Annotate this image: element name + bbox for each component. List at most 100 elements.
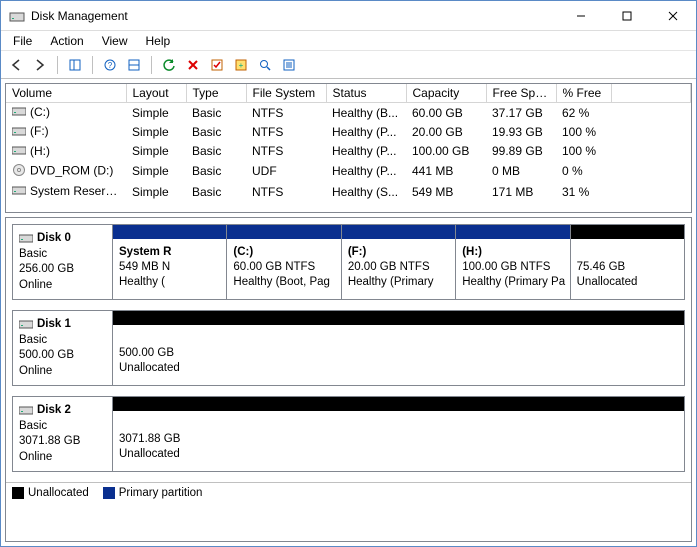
table-row[interactable]: (F:)SimpleBasicNTFSHealthy (P...20.00 GB… [6,122,691,141]
forward-button[interactable] [29,54,51,76]
disk-type: Basic [19,419,106,435]
partition-status: Healthy (Primary [348,276,434,288]
check-icon[interactable] [206,54,228,76]
disk-partitions: System R549 MB NHealthy ((C:)60.00 GB NT… [113,225,684,299]
unallocated-region[interactable]: 500.00 GB Unallocated [113,311,684,385]
table-row[interactable]: DVD_ROM (D:)SimpleBasicUDFHealthy (P...4… [6,161,691,182]
disk-type: Basic [19,333,106,349]
disk-icon [19,404,33,416]
back-button[interactable] [5,54,27,76]
help-icon[interactable]: ? [99,54,121,76]
disk-name: Disk 2 [37,404,71,416]
delete-icon[interactable] [182,54,204,76]
unallocated-region[interactable]: 75.46 GBUnallocated [571,225,684,299]
svg-text:?: ? [108,61,113,70]
partition-status: Healthy (Primary Pa [462,276,565,288]
partition-color-bar [113,311,684,325]
cell-free: 171 MB [486,182,556,201]
list-icon[interactable] [278,54,300,76]
disk-size: 256.00 GB [19,262,106,278]
titlebar: Disk Management [1,1,696,31]
content-area: Volume Layout Type File System Status Ca… [1,79,696,546]
settings-top-bottom-icon[interactable] [123,54,145,76]
partition[interactable]: (H:)100.00 GB NTFSHealthy (Primary Pa [456,225,570,299]
col-filesystem[interactable]: File System [246,84,326,103]
partition-status: Unallocated [119,362,180,374]
cell-status: Healthy (P... [326,142,406,161]
svg-text:+: + [239,61,244,70]
partition[interactable]: (F:)20.00 GB NTFSHealthy (Primary [342,225,456,299]
cell-type: Basic [186,142,246,161]
cell-capacity: 60.00 GB [406,103,486,123]
partition-size: 500.00 GB [119,347,174,359]
cell-layout: Simple [126,161,186,182]
menu-file[interactable]: File [5,32,40,50]
unallocated-region[interactable]: 3071.88 GBUnallocated [113,397,684,471]
drive-icon [12,144,26,159]
partition-status: Healthy ( [119,276,165,288]
menu-help[interactable]: Help [138,32,179,50]
disk-status: Online [19,450,106,466]
col-volume[interactable]: Volume [6,84,126,103]
partition-size: 60.00 GB NTFS [233,261,315,273]
disk-row: Disk 2Basic3071.88 GBOnline 3071.88 GBUn… [12,396,685,472]
partition-color-bar [227,225,340,239]
partition-color-bar [571,225,684,239]
new-icon[interactable]: + [230,54,252,76]
refresh-icon[interactable] [158,54,180,76]
partition[interactable]: System R549 MB NHealthy ( [113,225,227,299]
disk-row: Disk 1Basic500.00 GBOnline 500.00 GB Unal… [12,310,685,386]
volume-table[interactable]: Volume Layout Type File System Status Ca… [6,84,691,201]
show-hide-console-tree-icon[interactable] [64,54,86,76]
partition-color-bar [113,225,226,239]
cell-status: Healthy (B... [326,103,406,123]
disk-info[interactable]: Disk 1Basic500.00 GBOnline [13,311,113,385]
disk-row: Disk 0 Basic256.00 GBOnline System R549 MB… [12,224,685,300]
close-button[interactable] [650,1,696,30]
drive-icon [12,105,26,120]
partition-label: System R [119,245,220,260]
disk-status: Online [19,278,106,294]
col-status[interactable]: Status [326,84,406,103]
app-icon [9,8,25,24]
cell-volume: (F:) [30,124,49,138]
col-capacity[interactable]: Capacity [406,84,486,103]
table-row[interactable]: (H:)SimpleBasicNTFSHealthy (P...100.00 G… [6,142,691,161]
cell-fs: NTFS [246,182,326,201]
minimize-button[interactable] [558,1,604,30]
cell-layout: Simple [126,182,186,201]
drive-icon [12,184,26,199]
col-percentfree[interactable]: % Free [556,84,611,103]
cell-capacity: 20.00 GB [406,122,486,141]
disk-partitions: 3071.88 GBUnallocated [113,397,684,471]
table-row[interactable]: System ReservedSimpleBasicNTFSHealthy (S… [6,182,691,201]
cell-fs: NTFS [246,142,326,161]
cell-pct: 62 % [556,103,611,123]
col-freespace[interactable]: Free Spa... [486,84,556,103]
cell-pct: 31 % [556,182,611,201]
find-icon[interactable] [254,54,276,76]
disk-name: Disk 0 [37,232,71,244]
table-row[interactable]: (C:)SimpleBasicNTFSHealthy (B...60.00 GB… [6,103,691,123]
disk-icon [19,318,33,330]
disc-icon [12,163,26,180]
partition[interactable]: (C:)60.00 GB NTFSHealthy (Boot, Pag [227,225,341,299]
cell-status: Healthy (P... [326,161,406,182]
cell-free: 19.93 GB [486,122,556,141]
col-type[interactable]: Type [186,84,246,103]
cell-type: Basic [186,161,246,182]
volume-list-pane: Volume Layout Type File System Status Ca… [5,83,692,213]
cell-free: 0 MB [486,161,556,182]
menu-view[interactable]: View [94,32,136,50]
cell-pct: 100 % [556,122,611,141]
partition-color-bar [456,225,569,239]
disk-info[interactable]: Disk 2Basic3071.88 GBOnline [13,397,113,471]
disk-type: Basic [19,247,106,263]
legend: Unallocated Primary partition [6,482,691,502]
maximize-button[interactable] [604,1,650,30]
col-layout[interactable]: Layout [126,84,186,103]
partition-label: (C:) [233,245,334,260]
col-spare[interactable] [611,84,691,103]
disk-info[interactable]: Disk 0 Basic256.00 GBOnline [13,225,113,299]
menu-action[interactable]: Action [42,32,91,50]
